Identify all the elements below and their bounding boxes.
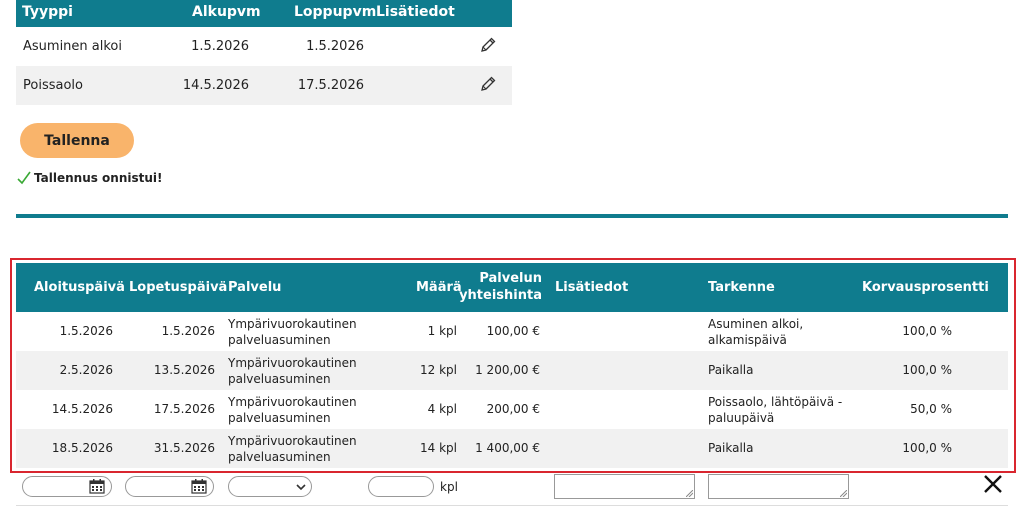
row-end-date: 13.5.2026 — [153, 363, 215, 377]
row-start-date: 14.5.2026 — [51, 402, 113, 416]
row-detail-line2: alkamispäivä — [708, 333, 787, 347]
table-row: 14.5.2026 17.5.2026 Ympärivuorokautinen … — [16, 390, 1008, 429]
header-lopetuspaiva: Lopetuspäivä — [129, 280, 228, 295]
row-amount: 1 kpl — [427, 324, 457, 338]
checkmark-icon — [17, 171, 31, 185]
row-type: Poissaolo — [23, 78, 83, 93]
header-aloituspaiva: Aloituspäivä — [34, 280, 125, 295]
header-lisatiedot: Lisätiedot — [555, 280, 629, 295]
table-row: 18.5.2026 31.5.2026 Ympärivuorokautinen … — [16, 429, 1008, 468]
row-service-line1: Ympärivuorokautinen — [228, 434, 357, 448]
row-detail-line2: paluupäivä — [708, 411, 775, 425]
calendar-icon[interactable] — [89, 479, 105, 494]
events-table: Tyyppi Alkupvm Loppupvm Lisätiedot Asumi… — [16, 0, 512, 105]
success-text: Tallennus onnistui! — [34, 171, 163, 185]
row-detail-line1: Paikalla — [708, 441, 754, 455]
header-palvelu: Palvelu — [228, 280, 282, 295]
header-maara: Määrä — [416, 280, 462, 295]
row-end-date: 1.5.2026 — [306, 39, 364, 54]
row-amount: 14 kpl — [420, 441, 457, 455]
row-amount: 4 kpl — [427, 402, 457, 416]
events-table-header: Tyyppi Alkupvm Loppupvm Lisätiedot — [16, 0, 512, 27]
end-date-input[interactable] — [125, 476, 214, 497]
row-service-line2: palveluasuminen — [228, 450, 331, 464]
row-percent: 100,0 % — [902, 441, 952, 455]
row-service-line2: palveluasuminen — [228, 372, 331, 386]
header-alkupvm: Alkupvm — [192, 4, 261, 20]
row-detail-line1: Poissaolo, lähtöpäivä - — [708, 395, 843, 409]
row-percent: 100,0 % — [902, 324, 952, 338]
row-end-date: 17.5.2026 — [297, 78, 364, 93]
row-amount: 12 kpl — [420, 363, 457, 377]
row-start-date: 2.5.2026 — [59, 363, 113, 377]
services-table-header: Aloituspäivä Lopetuspäivä Palvelu Määrä … — [16, 263, 1008, 312]
table-row: 1.5.2026 1.5.2026 Ympärivuorokautinen pa… — [16, 312, 1008, 351]
row-service-line2: palveluasuminen — [228, 333, 331, 347]
save-button[interactable]: Tallenna — [20, 123, 134, 158]
row-end-date: 31.5.2026 — [153, 441, 215, 455]
table-row: Poissaolo 14.5.2026 17.5.2026 — [16, 66, 512, 105]
header-lisatiedot: Lisätiedot — [376, 4, 455, 20]
success-message: Tallennus onnistui! — [17, 171, 163, 185]
row-divider — [16, 505, 1008, 506]
row-start-date: 1.5.2026 — [191, 39, 249, 54]
header-tarkenne: Tarkenne — [708, 280, 775, 295]
row-start-date: 18.5.2026 — [51, 441, 113, 455]
row-percent: 100,0 % — [902, 363, 952, 377]
row-detail-line1: Paikalla — [708, 363, 754, 377]
service-select[interactable] — [228, 476, 312, 497]
chevron-down-icon — [296, 484, 306, 491]
table-row: Asuminen alkoi 1.5.2026 1.5.2026 — [16, 27, 512, 66]
amount-unit-label: kpl — [440, 480, 458, 494]
row-start-date: 14.5.2026 — [182, 78, 249, 93]
row-service-line1: Ympärivuorokautinen — [228, 395, 357, 409]
row-end-date: 1.5.2026 — [161, 324, 215, 338]
row-type: Asuminen alkoi — [23, 39, 122, 54]
header-tyyppi: Tyyppi — [22, 4, 73, 20]
resize-grip-icon[interactable] — [686, 490, 693, 497]
header-yhteishinta-line1: Palvelun — [479, 271, 542, 286]
row-end-date: 17.5.2026 — [153, 402, 215, 416]
header-loppupvm: Loppupvm — [294, 4, 377, 20]
row-total: 100,00 € — [486, 324, 540, 338]
row-service-line1: Ympärivuorokautinen — [228, 356, 357, 370]
calendar-icon[interactable] — [191, 479, 207, 494]
amount-input[interactable] — [368, 476, 434, 497]
edit-pencil-icon[interactable] — [479, 36, 497, 54]
row-total: 1 400,00 € — [475, 441, 540, 455]
detail-textarea[interactable] — [708, 474, 849, 499]
row-total: 1 200,00 € — [475, 363, 540, 377]
row-service-line1: Ympärivuorokautinen — [228, 317, 357, 331]
row-total: 200,00 € — [486, 402, 540, 416]
header-korvausprosentti: Korvausprosentti — [862, 280, 989, 295]
row-start-date: 1.5.2026 — [59, 324, 113, 338]
info-textarea[interactable] — [554, 474, 695, 499]
table-row: 2.5.2026 13.5.2026 Ympärivuorokautinen p… — [16, 351, 1008, 390]
start-date-input[interactable] — [22, 476, 112, 497]
edit-pencil-icon[interactable] — [479, 75, 497, 93]
row-service-line2: palveluasuminen — [228, 411, 331, 425]
header-yhteishinta-line2: yhteishinta — [459, 288, 542, 303]
close-icon[interactable] — [981, 472, 1005, 496]
resize-grip-icon[interactable] — [840, 490, 847, 497]
services-table: Aloituspäivä Lopetuspäivä Palvelu Määrä … — [16, 263, 1008, 468]
section-divider — [16, 214, 1008, 218]
row-percent: 50,0 % — [910, 402, 952, 416]
row-detail-line1: Asuminen alkoi, — [708, 317, 804, 331]
